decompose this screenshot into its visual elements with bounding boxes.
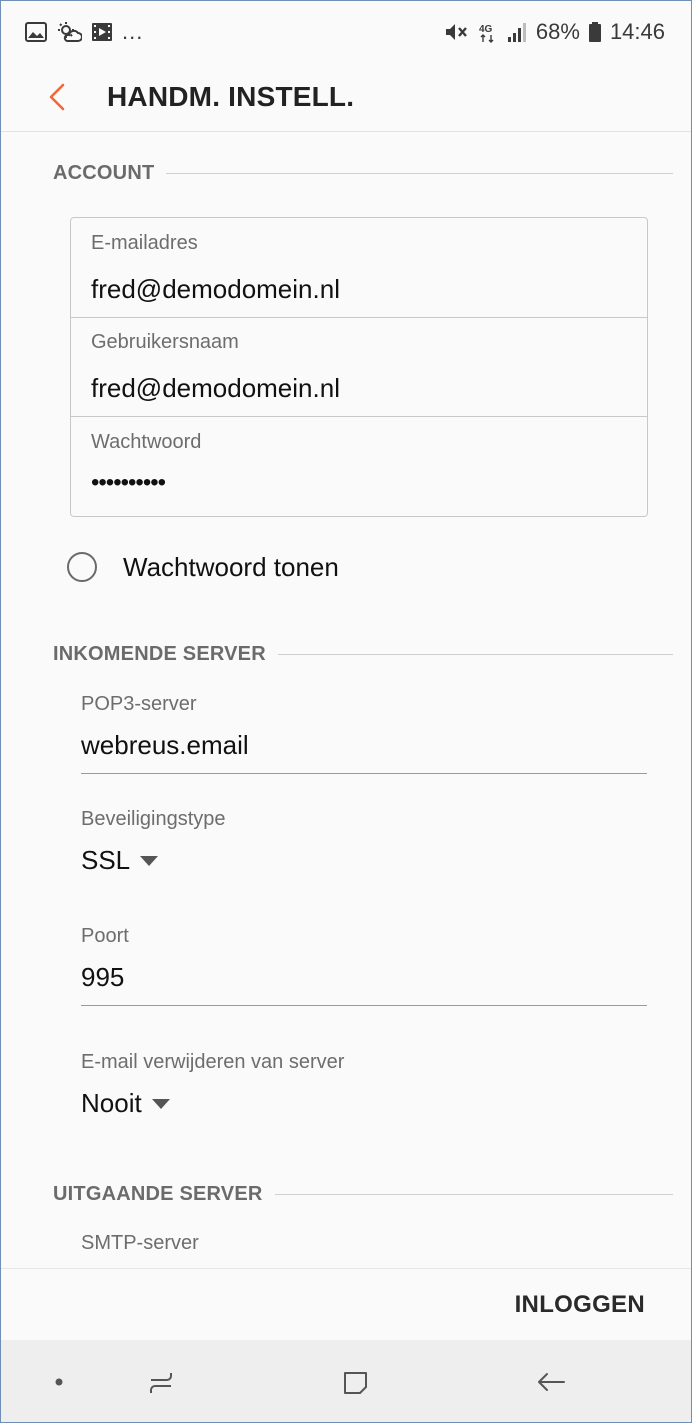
field-underline: [81, 773, 647, 774]
more-notifications: ...: [122, 19, 144, 44]
app-bar: HANDM. INSTELL.: [1, 63, 691, 132]
password-label: Wachtwoord: [91, 431, 202, 453]
section-divider: [166, 172, 673, 174]
back-arrow-icon: [538, 1373, 565, 1391]
nav-dot-button[interactable]: [39, 1362, 79, 1402]
home-icon: [344, 1372, 367, 1394]
security-type-dropdown[interactable]: SSL: [81, 844, 159, 876]
recent-apps-icon: [150, 1373, 172, 1393]
home-button[interactable]: [336, 1362, 376, 1402]
action-bar: INLOGGEN: [1, 1268, 691, 1341]
clock: 14:46: [609, 19, 665, 44]
dropdown-arrow-icon: [140, 856, 159, 866]
delete-from-server-dropdown[interactable]: Nooit: [81, 1087, 170, 1119]
video-icon: [92, 23, 112, 41]
pop3-server-field[interactable]: POP3-server webreus.email: [81, 691, 647, 774]
back-nav-button[interactable]: [531, 1362, 571, 1402]
section-account-label: ACCOUNT: [53, 161, 155, 184]
section-incoming-label: INKOMENDE SERVER: [53, 642, 266, 665]
username-label: Gebruikersnaam: [91, 331, 239, 353]
svg-text:4G: 4G: [479, 24, 493, 35]
weather-icon: [58, 22, 82, 42]
battery-percentage: 68%: [535, 19, 580, 44]
status-bar-system: 4G 68% 14:46: [444, 19, 665, 45]
recent-apps-button[interactable]: [141, 1362, 181, 1402]
email-label: E-mailadres: [91, 232, 198, 254]
pop3-server-input[interactable]: webreus.email: [81, 729, 647, 761]
delete-from-server-label: E-mail verwijderen van server: [81, 1051, 345, 1073]
username-input[interactable]: fred@demodomein.nl: [91, 373, 340, 404]
show-password-toggle[interactable]: Wachtwoord tonen: [67, 547, 339, 587]
security-type-value: SSL: [81, 845, 131, 875]
security-type-field: Beveiligingstype SSL: [81, 806, 647, 876]
network-4g-icon: 4G: [479, 24, 494, 43]
section-account: ACCOUNT: [53, 158, 673, 188]
section-divider: [274, 1193, 673, 1195]
status-bar: ... 4G 68% 14:46: [1, 1, 691, 63]
password-input[interactable]: ••••••••••: [91, 469, 166, 497]
back-button[interactable]: [39, 77, 79, 117]
chevron-left-icon: [49, 83, 65, 111]
port-label: Poort: [81, 925, 129, 947]
section-outgoing-server: UITGAANDE SERVER: [53, 1179, 673, 1209]
section-incoming-server: INKOMENDE SERVER: [53, 639, 673, 669]
delete-from-server-field: E-mail verwijderen van server Nooit: [81, 1049, 647, 1119]
smtp-server-label: SMTP-server: [81, 1232, 199, 1254]
dot-icon: [55, 1378, 63, 1386]
section-outgoing-label: UITGAANDE SERVER: [53, 1182, 263, 1205]
port-field[interactable]: Poort 995: [81, 923, 647, 1006]
smtp-server-field[interactable]: SMTP-server: [81, 1230, 647, 1256]
signal-icon: [507, 23, 526, 42]
gallery-icon: [25, 22, 47, 42]
navigation-bar: [1, 1340, 691, 1422]
status-bar-notifications: ...: [25, 19, 143, 45]
dropdown-arrow-icon: [151, 1099, 170, 1109]
screen: ... 4G 68% 14:46 HANDM. INSTELL. ACCOUNT…: [0, 0, 692, 1423]
pop3-server-label: POP3-server: [81, 693, 197, 715]
email-field[interactable]: E-mailadres fred@demodomein.nl: [71, 218, 647, 318]
password-field[interactable]: Wachtwoord ••••••••••: [71, 417, 647, 516]
port-input[interactable]: 995: [81, 961, 647, 993]
show-password-label: Wachtwoord tonen: [123, 551, 339, 582]
mute-icon: [445, 24, 467, 40]
section-divider: [277, 653, 673, 655]
delete-from-server-value: Nooit: [81, 1088, 142, 1118]
email-input[interactable]: fred@demodomein.nl: [91, 274, 340, 305]
page-title: HANDM. INSTELL.: [107, 81, 355, 112]
battery-icon: [588, 22, 601, 42]
field-underline: [81, 1005, 647, 1006]
security-type-label: Beveiligingstype: [81, 808, 226, 830]
username-field[interactable]: Gebruikersnaam fred@demodomein.nl: [71, 317, 647, 417]
account-fields-box: E-mailadres fred@demodomein.nl Gebruiker…: [70, 217, 648, 517]
login-button[interactable]: INLOGGEN: [515, 1285, 645, 1325]
radio-button[interactable]: [67, 552, 97, 582]
